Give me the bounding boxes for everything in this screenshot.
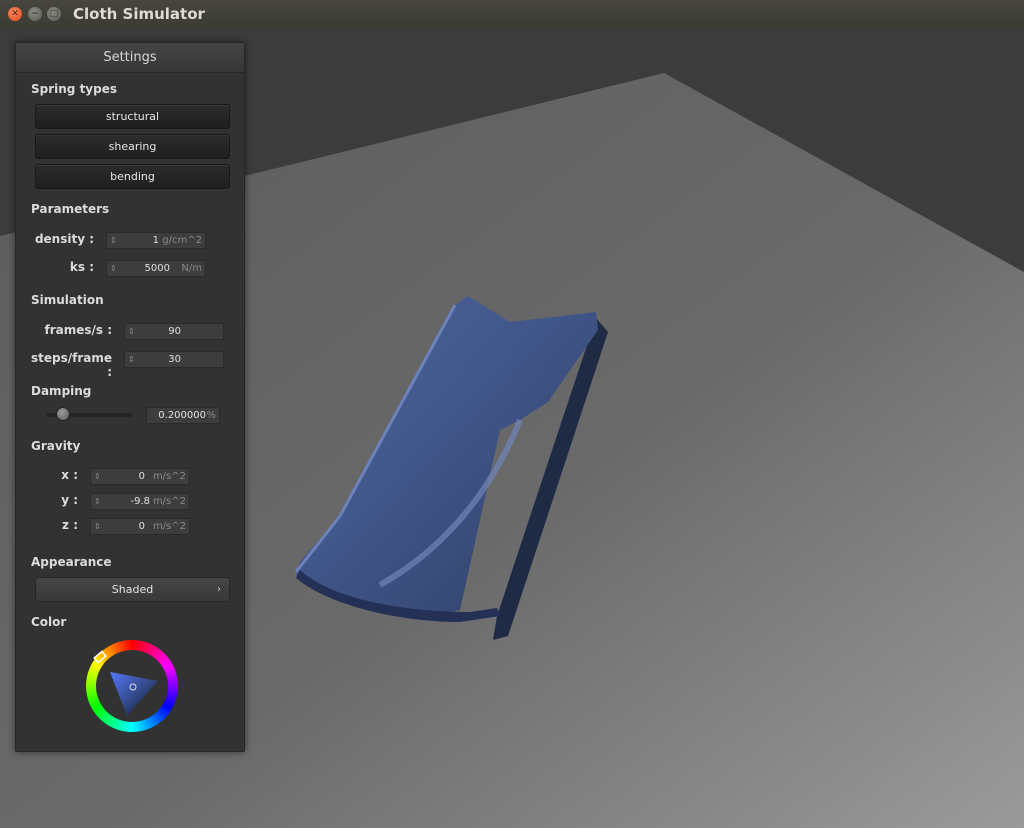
damping-heading: Damping [31,384,92,398]
gravity-x-field[interactable]: ⇕ 0 m/s^2 [90,468,190,485]
color-wheel[interactable] [86,640,178,732]
window-titlebar: ✕ − □ Cloth Simulator [0,0,1024,28]
color-triangle[interactable] [86,640,178,732]
spring-types-heading: Spring types [31,82,118,96]
gravity-y-field[interactable]: ⇕ -9.8 m/s^2 [90,493,190,510]
close-icon[interactable]: ✕ [8,7,22,21]
fps-field[interactable]: ⇕ 90 [124,323,224,340]
spinner-icon[interactable]: ⇕ [94,519,101,534]
spinner-icon[interactable]: ⇕ [110,233,117,248]
spinner-icon[interactable]: ⇕ [128,352,135,367]
shearing-button[interactable]: shearing [35,134,230,159]
spinner-icon[interactable]: ⇕ [94,494,101,509]
structural-button[interactable]: structural [35,104,230,129]
simulation-heading: Simulation [31,293,104,307]
steps-field[interactable]: ⇕ 30 [124,351,224,368]
parameters-heading: Parameters [31,202,110,216]
maximize-icon[interactable]: □ [47,7,61,21]
gravity-heading: Gravity [31,439,81,453]
hue-handle[interactable] [93,650,107,664]
gravity-y-label: y : [61,493,78,507]
damping-slider-handle[interactable] [56,407,70,421]
ks-label: ks : [69,260,94,274]
chevron-right-icon: › [217,584,221,595]
density-label: density : [34,232,94,246]
window-title: Cloth Simulator [73,5,205,23]
spinner-icon[interactable]: ⇕ [110,261,117,276]
settings-panel: Settings Spring types structural shearin… [15,42,245,752]
gravity-z-field[interactable]: ⇕ 0 m/s^2 [90,518,190,535]
appearance-heading: Appearance [31,555,112,569]
gravity-x-label: x : [61,468,78,482]
color-heading: Color [31,615,67,629]
steps-label: steps/frame : [30,351,112,379]
appearance-select-value: Shaded [111,583,154,596]
density-field[interactable]: ⇕ 1 g/cm^2 [106,232,206,249]
fps-label: frames/s : [44,323,112,337]
ks-field[interactable]: ⇕ 5000 N/m [106,260,206,277]
spinner-icon[interactable]: ⇕ [128,324,135,339]
minimize-icon[interactable]: − [28,7,42,21]
damping-field[interactable]: 0.200000 % [146,407,220,424]
panel-title[interactable]: Settings [16,43,244,73]
appearance-select[interactable]: Shaded › [35,577,230,602]
gravity-z-label: z : [62,518,78,532]
spinner-icon[interactable]: ⇕ [94,469,101,484]
bending-button[interactable]: bending [35,164,230,189]
